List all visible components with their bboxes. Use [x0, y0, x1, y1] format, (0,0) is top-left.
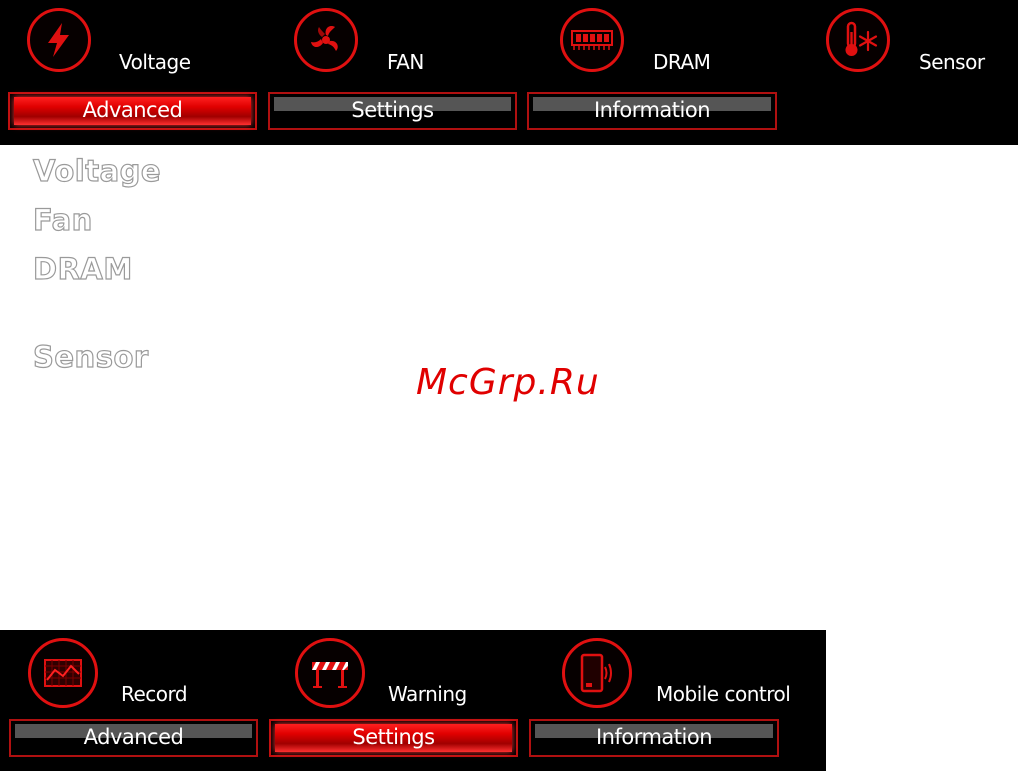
tab-information-label: Information: [595, 725, 713, 749]
thermometer-snowflake-icon[interactable]: [826, 8, 890, 72]
section-heading-fan: Fan: [32, 202, 93, 237]
mobile-control-menu-item[interactable]: Mobile control: [562, 638, 812, 718]
tab-advanced[interactable]: Advanced: [8, 92, 257, 130]
tab-settings-label: Settings: [352, 725, 435, 749]
mobile-control-label: Mobile control: [656, 682, 791, 706]
dram-label: DRAM: [653, 50, 711, 74]
record-menu-item[interactable]: Record: [28, 638, 208, 718]
top-toolbar-panel: Voltage FAN DRAM Sensor Advanced Setting…: [0, 0, 1018, 145]
sensor-label: Sensor: [919, 50, 985, 74]
voltage-menu-item[interactable]: Voltage: [27, 8, 207, 88]
tab-settings[interactable]: Settings: [269, 719, 518, 757]
tab-information[interactable]: Information: [529, 719, 779, 757]
warning-menu-item[interactable]: Warning: [295, 638, 475, 718]
tab-advanced-label: Advanced: [82, 98, 183, 122]
tab-advanced-label: Advanced: [83, 725, 184, 749]
warning-label: Warning: [388, 682, 467, 706]
tab-settings[interactable]: Settings: [268, 92, 517, 130]
tab-information[interactable]: Information: [527, 92, 777, 130]
fan-icon[interactable]: [294, 8, 358, 72]
record-label: Record: [121, 682, 188, 706]
section-heading-dram: DRAM: [32, 251, 133, 286]
section-heading-sensor: Sensor: [32, 339, 149, 374]
bottom-toolbar-panel: Record Warning Mobile control Advanced S…: [0, 630, 826, 771]
mobile-phone-signal-icon[interactable]: [562, 638, 632, 708]
tab-information-label: Information: [593, 98, 711, 122]
tab-settings-label: Settings: [351, 98, 434, 122]
voltage-label: Voltage: [119, 50, 191, 74]
memory-module-icon[interactable]: [560, 8, 624, 72]
tab-advanced[interactable]: Advanced: [9, 719, 258, 757]
chart-record-icon[interactable]: [28, 638, 98, 708]
dram-menu-item[interactable]: DRAM: [560, 8, 730, 88]
barrier-warning-icon[interactable]: [295, 638, 365, 708]
section-heading-voltage: Voltage: [32, 153, 162, 188]
fan-label: FAN: [387, 50, 424, 74]
fan-menu-item[interactable]: FAN: [294, 8, 454, 88]
lightning-bolt-icon[interactable]: [27, 8, 91, 72]
sensor-menu-item[interactable]: Sensor: [826, 8, 996, 88]
watermark-text: McGrp.Ru: [416, 362, 600, 403]
